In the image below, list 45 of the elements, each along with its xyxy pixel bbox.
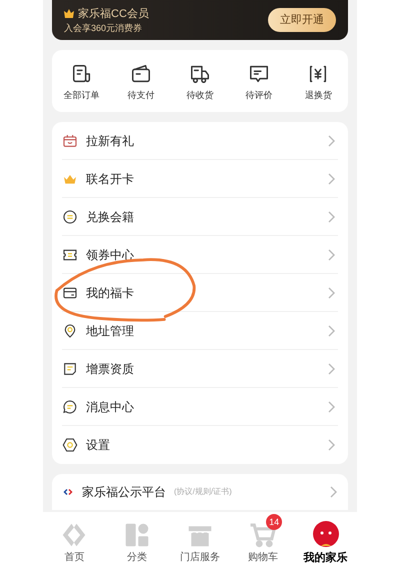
menu-item[interactable]: 我的福卡 [86,284,320,302]
menu-item[interactable]: 兑换会籍 [86,208,320,226]
menu-item[interactable]: 消息中心 [86,398,320,416]
chevron-right-icon [328,248,336,260]
order-label[interactable]: 退换货 [304,90,332,100]
activate-button[interactable]: 立即开通 [268,8,336,32]
chevron-right-icon [328,439,336,451]
platform-note: (协议/规则/证书) [174,486,233,498]
document-icon[interactable] [70,62,93,84]
exchange-icon [62,208,78,224]
tab[interactable]: 14 购物车 [231,512,294,566]
chevron-right-icon [328,286,336,298]
chevron-right-icon [328,134,336,146]
order-label[interactable]: 待收货 [186,90,214,100]
menu-item[interactable]: 增票资质 [86,360,320,378]
tab[interactable]: 我的家乐 [294,512,357,566]
platform-title[interactable]: 家乐福公示平台 [82,483,166,501]
order-label[interactable]: 待评价 [246,90,273,100]
member-title: 家乐福CC会员 [78,8,149,20]
cart-badge: 14 [266,514,282,530]
chevron-right-icon [330,486,338,498]
hexagon-icon [62,437,78,453]
menu-item[interactable]: 地址管理 [86,322,320,340]
note-icon [62,360,78,376]
location-pin-icon [62,322,78,338]
wallet-icon[interactable] [130,62,152,84]
member-subtitle: 入会享360元消费券 [64,22,144,32]
tab[interactable]: 首页 [43,512,106,566]
tab[interactable]: 门店服务 [168,512,232,566]
chevron-right-icon [328,324,336,336]
calendar-gift-icon [62,132,78,148]
menu-item[interactable]: 设置 [86,436,320,454]
logo-icon [62,488,74,496]
order-label[interactable]: 待支付 [127,90,154,100]
mascot-icon [310,520,341,550]
crown-icon [64,9,74,18]
chevron-right-icon [328,400,336,412]
chevron-right-icon [328,172,336,184]
order-label[interactable]: 全部订单 [64,90,100,100]
chevron-right-icon [328,362,336,374]
tab[interactable]: 分类 [106,512,169,566]
menu-item[interactable]: 拉新有礼 [86,132,320,150]
chevron-right-icon [328,210,336,222]
chat-bubble-icon [62,398,78,414]
menu-item[interactable]: 联名开卡 [86,170,320,188]
